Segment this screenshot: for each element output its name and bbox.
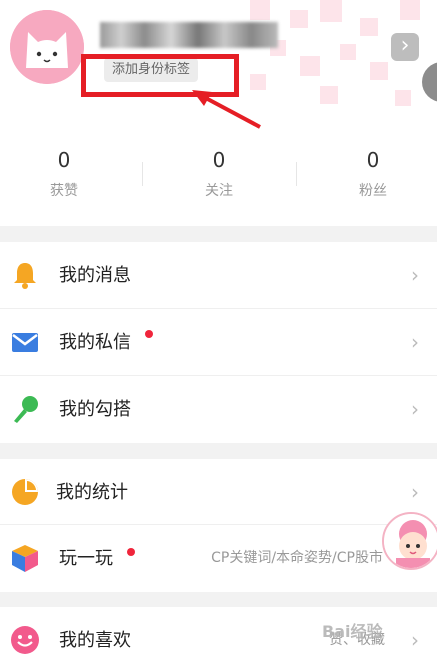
menu-item-label: 我的消息 [59, 265, 131, 286]
smile-icon [11, 626, 39, 654]
mascot-icon [384, 514, 437, 568]
edge-circle [422, 62, 437, 102]
stat-label: 获赞 [50, 183, 78, 199]
menu-item-statistics[interactable]: 我的统计 › [0, 459, 437, 525]
chevron-right-icon: › [411, 263, 419, 287]
profile-detail-button[interactable]: › [391, 33, 419, 61]
floating-mascot-button[interactable] [382, 512, 437, 570]
pie-chart-icon [12, 479, 38, 505]
new-badge [127, 548, 135, 556]
chevron-right-icon: › [411, 397, 419, 421]
menu-item-label: 我的喜欢 [59, 630, 131, 651]
menu-item-label: 玩一玩 [59, 548, 113, 569]
stat-likes[interactable]: 0 获赞 [0, 146, 137, 200]
menu-item-label: 我的私信 [59, 332, 131, 353]
cat-avatar-icon [10, 10, 84, 84]
unread-badge [145, 330, 153, 338]
chevron-right-icon: › [411, 628, 419, 652]
stats-bar: 0 获赞 0 关注 0 粉丝 [0, 130, 437, 226]
stat-value: 0 [212, 148, 226, 172]
menu-item-hookups[interactable]: 我的勾搭 › [0, 376, 437, 443]
avatar[interactable] [10, 10, 84, 84]
chevron-right-icon: › [411, 330, 419, 354]
divider [296, 162, 297, 186]
annotation-arrow-icon [192, 90, 261, 129]
stat-value: 0 [57, 148, 71, 172]
microphone-icon [14, 396, 38, 423]
menu-group-2: 我的统计 › 玩一玩 CP关键词/本命姿势/CP股市 [0, 459, 437, 592]
stat-label: 关注 [205, 183, 233, 199]
menu-item-label: 我的统计 [56, 482, 128, 503]
username[interactable] [100, 22, 278, 48]
stat-following[interactable]: 0 关注 [146, 146, 292, 200]
divider [142, 162, 143, 186]
menu-item-play[interactable]: 玩一玩 CP关键词/本命姿势/CP股市 [0, 525, 437, 592]
menu-item-subtitle: CP关键词/本命姿势/CP股市 [211, 550, 383, 566]
bell-icon [14, 263, 36, 289]
menu-item-label: 我的勾搭 [59, 399, 131, 420]
stat-label: 粉丝 [359, 183, 387, 199]
menu-item-private-messages[interactable]: 我的私信 › [0, 309, 437, 376]
mail-icon [12, 333, 38, 352]
profile-header: 添加身份标签 › [0, 0, 437, 130]
menu-group-1: 我的消息 › 我的私信 › 我的勾搭 › [0, 242, 437, 443]
stat-followers[interactable]: 0 粉丝 [300, 146, 437, 200]
menu-item-messages[interactable]: 我的消息 › [0, 242, 437, 309]
cube-icon [12, 545, 38, 572]
stat-value: 0 [366, 148, 380, 172]
watermark: Bai经验 [322, 622, 383, 641]
